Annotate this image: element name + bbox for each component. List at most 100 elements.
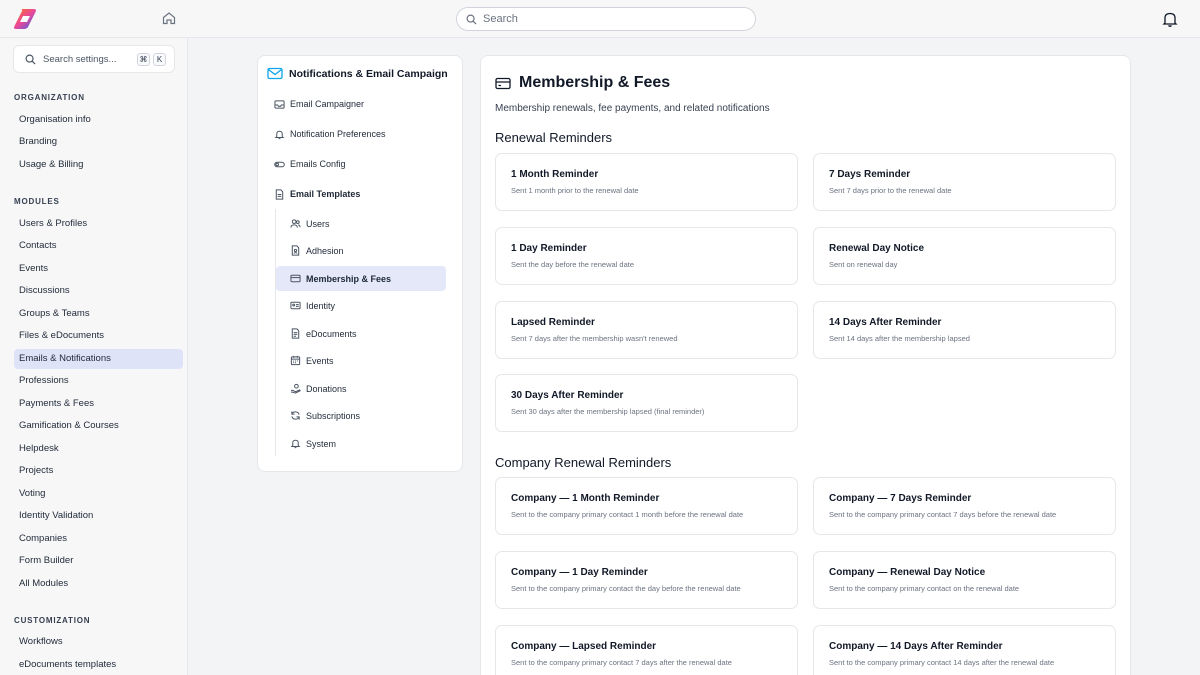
subnav-item-emails-config[interactable]: Emails Config bbox=[274, 156, 346, 172]
subnav-item-email-templates[interactable]: Email Templates bbox=[274, 186, 360, 202]
settings-search-placeholder[interactable]: Search settings... bbox=[43, 54, 130, 65]
sidebar-item-companies[interactable]: Companies bbox=[14, 529, 183, 549]
section-title-organization: ORGANIZATION bbox=[14, 93, 85, 102]
main-area: Notifications & Email Campaign Email Cam… bbox=[188, 38, 1200, 675]
subnav-item-label: Notification Preferences bbox=[290, 129, 386, 139]
hand-coins-icon bbox=[290, 383, 301, 394]
credit-card-icon bbox=[290, 273, 301, 284]
card-title: 1 Day Reminder bbox=[511, 243, 587, 254]
notifications-bell-icon[interactable] bbox=[1161, 10, 1179, 28]
template-card-7-days-reminder[interactable]: 7 Days Reminder Sent 7 days prior to the… bbox=[813, 153, 1116, 211]
home-icon[interactable] bbox=[161, 10, 177, 26]
card-title: Company — Lapsed Reminder bbox=[511, 641, 657, 652]
card-title: 14 Days After Reminder bbox=[829, 317, 942, 328]
keyboard-shortcut: ⌘ K bbox=[137, 52, 169, 66]
sidebar-item-organisation-info[interactable]: Organisation info bbox=[14, 110, 183, 130]
template-item-label: Subscriptions bbox=[306, 410, 361, 421]
sidebar-item-form-builder[interactable]: Form Builder bbox=[14, 551, 183, 571]
template-item-adhesion[interactable]: Adhesion bbox=[276, 238, 446, 263]
subnav-item-notification-preferences[interactable]: Notification Preferences bbox=[274, 126, 386, 142]
sidebar-item-projects[interactable]: Projects bbox=[14, 461, 183, 481]
template-item-system[interactable]: System bbox=[276, 431, 446, 456]
file-user-icon bbox=[290, 245, 301, 256]
template-card-company-7-days-reminder[interactable]: Company — 7 Days Reminder Sent to the co… bbox=[813, 477, 1116, 535]
sidebar-item-identity-validation[interactable]: Identity Validation bbox=[14, 506, 183, 526]
toggle-icon bbox=[274, 159, 285, 170]
document-icon bbox=[290, 328, 301, 339]
card-description: Sent to the company primary contact 14 d… bbox=[829, 658, 1055, 667]
template-card-1-day-reminder[interactable]: 1 Day Reminder Sent the day before the r… bbox=[495, 227, 798, 285]
refresh-icon bbox=[290, 410, 301, 421]
template-item-label: Membership & Fees bbox=[306, 273, 392, 284]
app-logo[interactable] bbox=[12, 7, 38, 31]
sidebar-item-users-profiles[interactable]: Users & Profiles bbox=[14, 214, 183, 234]
subnav-header: Notifications & Email Campaign bbox=[267, 67, 448, 80]
card-title: Company — Renewal Day Notice bbox=[829, 567, 986, 578]
template-content-panel: Membership & Fees Membership renewals, f… bbox=[480, 55, 1131, 675]
template-item-membership-fees[interactable]: Membership & Fees bbox=[276, 266, 446, 291]
template-card-company-renewal-day-notice[interactable]: Company — Renewal Day Notice Sent to the… bbox=[813, 551, 1116, 609]
card-title: Renewal Day Notice bbox=[829, 243, 925, 254]
page-title: Membership & Fees bbox=[519, 74, 671, 91]
template-card-renewal-day-notice[interactable]: Renewal Day Notice Sent on renewal day bbox=[813, 227, 1116, 285]
template-card-company-1-day-reminder[interactable]: Company — 1 Day Reminder Sent to the com… bbox=[495, 551, 798, 609]
sidebar-item-usage-billing[interactable]: Usage & Billing bbox=[14, 155, 183, 175]
sidebar-item-events[interactable]: Events bbox=[14, 259, 183, 279]
template-item-label: eDocuments bbox=[306, 328, 357, 339]
template-item-edocuments[interactable]: eDocuments bbox=[276, 321, 446, 346]
global-search-input[interactable] bbox=[483, 13, 743, 25]
settings-search[interactable]: Search settings... ⌘ K bbox=[13, 45, 175, 73]
card-title: 7 Days Reminder bbox=[829, 169, 911, 180]
section-title-modules: MODULES bbox=[14, 197, 60, 206]
sidebar-item-groups-teams[interactable]: Groups & Teams bbox=[14, 304, 183, 324]
sidebar-item-discussions[interactable]: Discussions bbox=[14, 281, 183, 301]
template-card-lapsed-reminder[interactable]: Lapsed Reminder Sent 7 days after the me… bbox=[495, 301, 798, 359]
group-title-renewal-reminders: Renewal Reminders bbox=[495, 130, 613, 145]
sidebar-item-payments-fees[interactable]: Payments & Fees bbox=[14, 394, 183, 414]
subnav-item-label: Emails Config bbox=[290, 159, 346, 169]
card-description: Sent 14 days after the membership lapsed bbox=[829, 334, 970, 343]
template-card-company-lapsed-reminder[interactable]: Company — Lapsed Reminder Sent to the co… bbox=[495, 625, 798, 675]
template-card-14-days-after-reminder[interactable]: 14 Days After Reminder Sent 14 days afte… bbox=[813, 301, 1116, 359]
template-item-users[interactable]: Users bbox=[276, 211, 446, 236]
card-description: Sent 30 days after the membership lapsed… bbox=[511, 407, 705, 416]
sidebar-item-all-modules[interactable]: All Modules bbox=[14, 574, 183, 594]
card-description: Sent on renewal day bbox=[829, 260, 898, 269]
sidebar-item-emails-notifications[interactable]: Emails & Notifications bbox=[14, 349, 183, 369]
sidebar-item-contacts[interactable]: Contacts bbox=[14, 236, 183, 256]
sidebar-item-helpdesk[interactable]: Helpdesk bbox=[14, 439, 183, 459]
bell-icon bbox=[290, 438, 301, 449]
template-item-donations[interactable]: Donations bbox=[276, 376, 446, 401]
template-card-1-month-reminder[interactable]: 1 Month Reminder Sent 1 month prior to t… bbox=[495, 153, 798, 211]
command-key: ⌘ bbox=[137, 52, 150, 66]
bell-icon bbox=[274, 129, 285, 140]
card-title: Lapsed Reminder bbox=[511, 317, 595, 328]
template-item-subscriptions[interactable]: Subscriptions bbox=[276, 403, 446, 428]
template-item-label: Identity bbox=[306, 300, 336, 311]
card-description: Sent to the company primary contact 7 da… bbox=[829, 510, 1057, 519]
sidebar-item-edocuments-templates[interactable]: eDocuments templates bbox=[14, 655, 183, 675]
sidebar-item-files-edocuments[interactable]: Files & eDocuments bbox=[14, 326, 183, 346]
subnav-item-label: Email Campaigner bbox=[290, 99, 365, 109]
sidebar-item-gamification-courses[interactable]: Gamification & Courses bbox=[14, 416, 183, 436]
template-item-events[interactable]: Events bbox=[276, 348, 446, 373]
search-icon bbox=[25, 54, 36, 65]
sidebar-item-workflows[interactable]: Workflows bbox=[14, 632, 183, 652]
card-description: Sent to the company primary contact on t… bbox=[829, 584, 1020, 593]
sidebar-item-branding[interactable]: Branding bbox=[14, 132, 183, 152]
template-card-company-1-month-reminder[interactable]: Company — 1 Month Reminder Sent to the c… bbox=[495, 477, 798, 535]
card-description: Sent 1 month prior to the renewal date bbox=[511, 186, 639, 195]
search-icon bbox=[466, 14, 477, 25]
global-search[interactable] bbox=[456, 7, 756, 31]
subnav-item-email-campaigner[interactable]: Email Campaigner bbox=[274, 96, 364, 112]
notifications-subnav-panel: Notifications & Email Campaign Email Cam… bbox=[257, 55, 463, 472]
template-card-30-days-after-reminder[interactable]: 30 Days After Reminder Sent 30 days afte… bbox=[495, 374, 798, 432]
sidebar-item-professions[interactable]: Professions bbox=[14, 371, 183, 391]
template-card-company-14-days-after-reminder[interactable]: Company — 14 Days After Reminder Sent to… bbox=[813, 625, 1116, 675]
template-item-identity[interactable]: Identity bbox=[276, 293, 446, 318]
card-description: Sent 7 days after the membership wasn't … bbox=[511, 334, 678, 343]
sidebar-item-voting[interactable]: Voting bbox=[14, 484, 183, 504]
card-title: Company — 1 Day Reminder bbox=[511, 567, 648, 578]
group-title-company-renewal-reminders: Company Renewal Reminders bbox=[495, 455, 672, 470]
content-header: Membership & Fees bbox=[495, 74, 670, 92]
